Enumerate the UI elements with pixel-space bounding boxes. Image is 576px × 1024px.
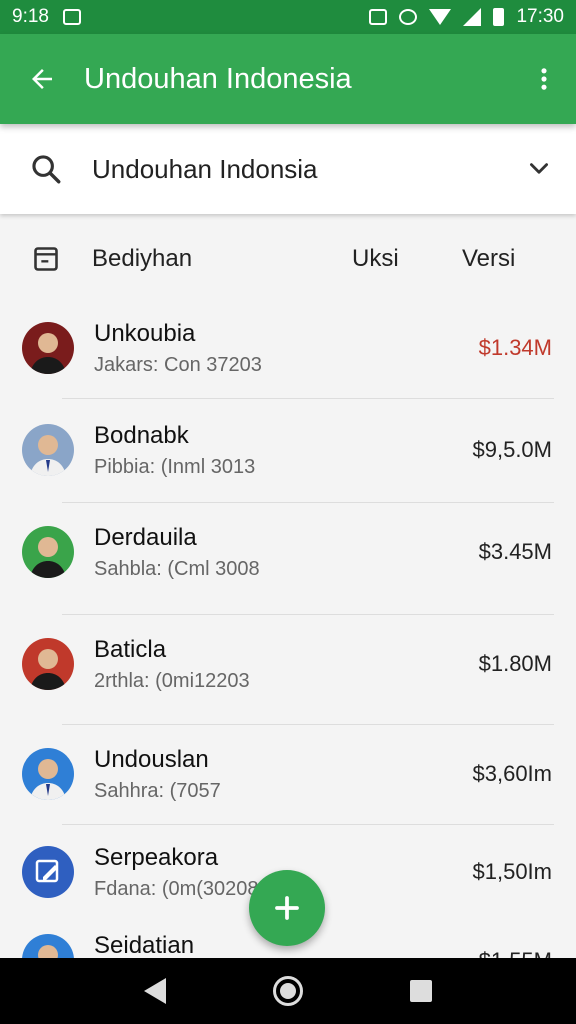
battery-icon bbox=[493, 8, 505, 26]
list-header: Bediyhan Uksi Versi bbox=[0, 222, 576, 296]
chevron-down-icon bbox=[530, 163, 548, 174]
item-subtitle: Fdana: (0m(30208 bbox=[94, 877, 259, 900]
item-subtitle: Sahhra: (7057 bbox=[94, 779, 221, 802]
avatar bbox=[22, 526, 74, 578]
calendar-icon bbox=[34, 247, 58, 271]
avatar bbox=[22, 638, 74, 690]
item-amount: $1,50Im bbox=[472, 859, 553, 884]
item-subtitle: Pibbia: (Inml 3013 bbox=[94, 455, 256, 478]
avatar bbox=[22, 424, 74, 476]
item-name: Unkoubia bbox=[94, 319, 196, 347]
item-amount: $1.80M bbox=[478, 651, 552, 676]
item-name: Derdauila bbox=[94, 523, 197, 551]
column-header-versi[interactable]: Versi bbox=[462, 245, 572, 273]
search-icon bbox=[32, 155, 61, 184]
more-options-button[interactable] bbox=[512, 34, 576, 124]
search-input[interactable]: Undouhan Indonsia bbox=[92, 154, 502, 185]
status-time: 17:30 bbox=[516, 6, 564, 27]
item-subtitle: 2rthla: (0mi12203 bbox=[94, 669, 250, 692]
vibrate-icon bbox=[369, 9, 388, 25]
item-amount: $3,60Im bbox=[472, 761, 553, 786]
item-name: Bodnabk bbox=[94, 421, 189, 449]
search-button[interactable] bbox=[0, 152, 92, 186]
item-name: Seidatian bbox=[94, 932, 195, 959]
list-item[interactable]: Undouslan Sahhra: (7057 $3,60Im bbox=[0, 722, 576, 826]
item-name: Serpeakora bbox=[94, 843, 219, 871]
item-name: Baticla bbox=[94, 635, 167, 663]
item-subtitle: Jakars: Con 37203 bbox=[94, 353, 262, 376]
alarm-icon bbox=[399, 9, 418, 25]
system-navigation-bar bbox=[0, 958, 576, 1024]
search-bar[interactable]: Undouhan Indonsia bbox=[0, 124, 576, 214]
signal-icon bbox=[463, 8, 482, 26]
avatar bbox=[22, 748, 74, 800]
back-button[interactable] bbox=[0, 34, 84, 124]
column-header-uksi[interactable]: Uksi bbox=[352, 245, 462, 273]
dropdown-button[interactable] bbox=[502, 156, 576, 182]
avatar bbox=[22, 846, 74, 898]
nav-home-icon[interactable] bbox=[272, 976, 303, 1006]
item-amount: $3.45M bbox=[478, 539, 552, 564]
status-bar: 9:18 17:30 bbox=[0, 0, 576, 34]
add-button[interactable] bbox=[249, 870, 325, 946]
more-vert-icon bbox=[541, 68, 547, 90]
item-amount: $1.34M bbox=[478, 335, 552, 360]
list-item[interactable]: Derdauila Sahbla: (Cml 3008 $3.45M bbox=[0, 500, 576, 604]
arrow-back-icon bbox=[32, 69, 52, 89]
page-title: Undouhan Indonesia bbox=[84, 62, 352, 95]
nav-recents-icon[interactable] bbox=[410, 980, 433, 1002]
app-bar: Undouhan Indonesia bbox=[0, 34, 576, 124]
item-name: Undouslan bbox=[94, 745, 209, 773]
list-item[interactable]: Baticla 2rthla: (0mi12203 $1.80M bbox=[0, 612, 576, 716]
list-item[interactable]: Bodnabk Pibbia: (Inml 3013 $9,5.0M bbox=[0, 398, 576, 502]
plus-icon bbox=[275, 896, 299, 920]
wifi-icon bbox=[429, 9, 452, 25]
item-amount: $9,5.0M bbox=[472, 437, 553, 462]
column-header-name[interactable]: Bediyhan bbox=[92, 245, 352, 273]
select-all-button[interactable] bbox=[0, 245, 92, 273]
image-notification-icon bbox=[62, 9, 81, 25]
status-time-left: 9:18 bbox=[12, 6, 49, 27]
avatar bbox=[22, 322, 74, 374]
list-item[interactable]: Unkoubia Jakars: Con 37203 $1.34M bbox=[0, 296, 576, 400]
item-subtitle: Sahbla: (Cml 3008 bbox=[94, 557, 260, 580]
nav-back-icon[interactable] bbox=[143, 978, 166, 1004]
